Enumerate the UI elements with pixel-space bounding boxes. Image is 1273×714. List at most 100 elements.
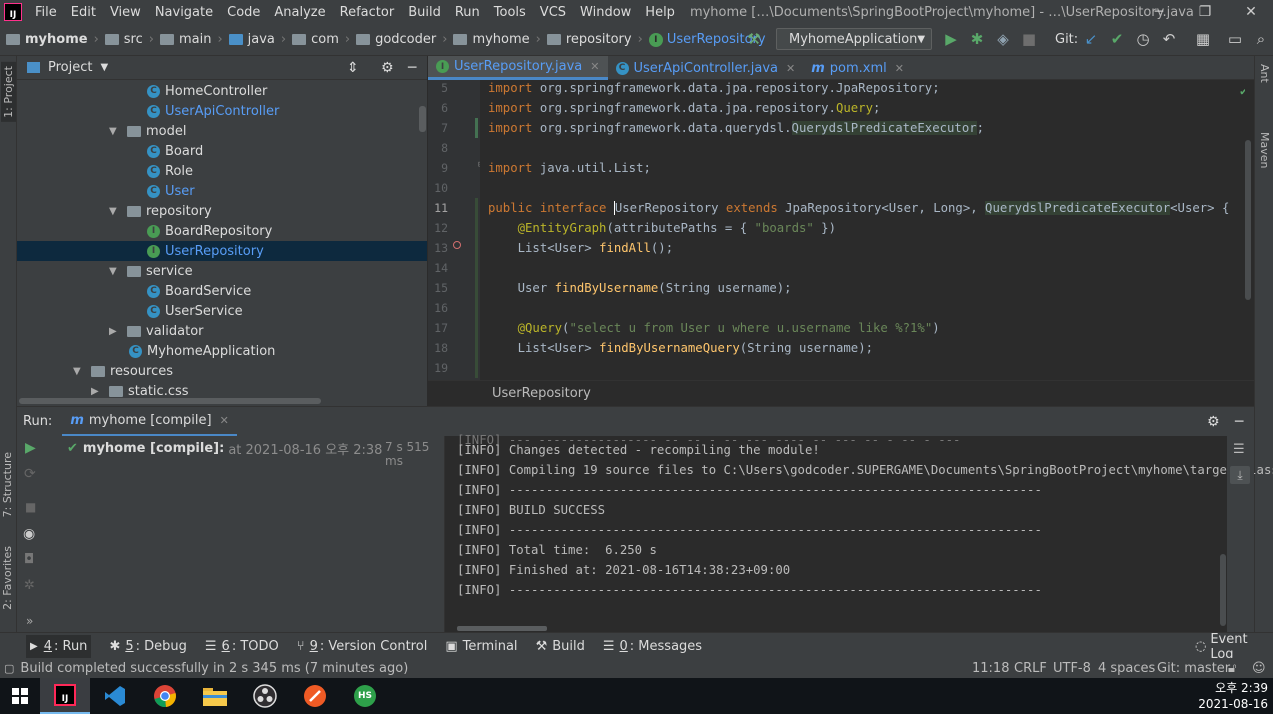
console-vertical-scrollbar[interactable] (1220, 554, 1226, 626)
project-tool-button[interactable]: 1: Project (1, 62, 16, 122)
settings-icon[interactable]: ✲ (24, 578, 35, 593)
menu-run[interactable]: Run (448, 5, 487, 20)
collapse-all-icon[interactable]: ⇕ (347, 60, 359, 76)
menu-refactor[interactable]: Refactor (333, 5, 402, 20)
breadcrumb-java[interactable]: java › (228, 32, 286, 47)
tool-tab-terminal[interactable]: ▣ Terminal (445, 639, 517, 654)
menu-view[interactable]: View (103, 5, 148, 20)
file-explorer-taskbar-icon[interactable] (190, 678, 240, 714)
soft-wrap-icon[interactable]: ☰ (1233, 442, 1245, 457)
vcs-change-marker[interactable] (475, 198, 478, 378)
collapse-arrow-icon[interactable]: ▶ (91, 386, 103, 397)
search-icon[interactable]: ⌕ (1250, 28, 1272, 50)
run-tree-item[interactable]: ✔ myhome [compile]: at 2021-08-16 오후 2:3… (67, 438, 382, 458)
breadcrumb-myhome[interactable]: myhome › (6, 32, 99, 47)
camera-icon[interactable]: ◘ (24, 552, 34, 567)
expand-arrow-icon[interactable]: ▼ (109, 266, 121, 277)
presentation-icon[interactable]: ▭ (1224, 28, 1246, 50)
chevron-down-icon[interactable]: ▼ (100, 62, 108, 73)
stop-icon[interactable]: ■ (1018, 28, 1040, 50)
stop-icon[interactable]: ■ (25, 500, 36, 514)
vscode-taskbar-icon[interactable] (90, 678, 140, 714)
chrome-taskbar-icon[interactable] (140, 678, 190, 714)
structure-tool-button[interactable]: 7: Structure (1, 452, 14, 517)
taskbar-clock[interactable]: 오후 2:39 2021-08-16 (1180, 680, 1268, 712)
breadcrumb-repository[interactable]: repository › (546, 32, 643, 47)
build-hammer-icon[interactable]: ⚒ (743, 28, 765, 50)
tree-item[interactable]: C UserApiController (147, 101, 279, 121)
tree-folder[interactable]: ▶ validator (109, 321, 204, 341)
line-separator[interactable]: CRLF (1014, 661, 1047, 676)
git-branch[interactable]: Git: master (1157, 661, 1230, 676)
tree-folder[interactable]: ▼ service (109, 261, 193, 281)
menu-tools[interactable]: Tools (487, 5, 533, 20)
tool-tab-todo[interactable]: ☰ 6: TODO (205, 639, 279, 654)
tree-item[interactable]: C HomeController (147, 81, 267, 101)
editor-breadcrumb[interactable]: UserRepository (428, 380, 1254, 406)
tool-tab-debug[interactable]: ✱ 5: Debug (109, 639, 186, 654)
git-commit-icon[interactable]: ✔ (1106, 28, 1128, 50)
menu-build[interactable]: Build (401, 5, 448, 20)
scroll-to-end-icon[interactable]: ⤓ (1230, 466, 1250, 484)
obs-taskbar-icon[interactable] (240, 678, 290, 714)
status-toggle-icon[interactable]: ▢ (4, 662, 14, 675)
run-configuration-select[interactable]: MyhomeApplication ▼ (776, 28, 932, 50)
event-log-button[interactable]: ◌ Event Log (1195, 632, 1273, 662)
close-tab-icon[interactable]: ✕ (590, 60, 599, 73)
expand-arrow-icon[interactable]: ▼ (109, 126, 121, 137)
menu-edit[interactable]: Edit (64, 5, 103, 20)
minimize-icon[interactable]: ─ (1136, 0, 1182, 24)
tab-userrepository[interactable]: I UserRepository.java ✕ (428, 56, 608, 80)
gear-icon[interactable]: ⚙ (1207, 414, 1220, 430)
console-output[interactable]: [INFO] --- ---------------- -- -- - -- -… (444, 433, 1273, 632)
more-icon[interactable]: » (26, 614, 33, 628)
menu-code[interactable]: Code (220, 5, 267, 20)
tree-folder[interactable]: ▼ repository (109, 201, 212, 221)
override-marker-icon[interactable] (453, 241, 461, 249)
windows-start-icon[interactable] (0, 678, 40, 714)
menu-analyze[interactable]: Analyze (267, 5, 332, 20)
breadcrumb-myhome-pkg[interactable]: myhome › (453, 32, 541, 47)
project-view-select[interactable]: Project (48, 60, 92, 75)
collapse-arrow-icon[interactable]: ▶ (109, 326, 121, 337)
tree-item[interactable]: C BoardService (147, 281, 251, 301)
menu-file[interactable]: File (28, 5, 64, 20)
tab-pom[interactable]: m pom.xml ✕ (803, 56, 912, 80)
inspector-icon[interactable]: ☺ (1252, 661, 1266, 676)
menu-vcs[interactable]: VCS (533, 5, 573, 20)
horizontal-scrollbar[interactable] (19, 398, 321, 404)
tree-item-selected[interactable]: I UserRepository (17, 241, 427, 261)
tool-tab-messages[interactable]: ☰ 0: Messages (603, 639, 702, 654)
code-editor[interactable]: import org.springframework.data.jpa.repo… (480, 80, 1245, 380)
debug-icon[interactable]: ✱ (966, 28, 988, 50)
gear-icon[interactable]: ⚙ (381, 60, 394, 76)
close-tab-icon[interactable]: ✕ (220, 414, 229, 427)
ant-tool-button[interactable]: Ant (1258, 64, 1271, 83)
indent-setting[interactable]: 4 spaces (1098, 661, 1155, 676)
hs-taskbar-icon[interactable]: HS (340, 678, 390, 714)
tree-item[interactable]: C Role (147, 161, 193, 181)
git-update-icon[interactable]: ↙ (1080, 28, 1102, 50)
rollback-icon[interactable]: ↶ (1158, 28, 1180, 50)
close-tab-icon[interactable]: ✕ (786, 62, 795, 75)
breadcrumb-src[interactable]: src › (104, 32, 154, 47)
rerun-icon[interactable]: ▶ (25, 440, 36, 456)
tab-userapicontroller[interactable]: C UserApiController.java ✕ (608, 56, 804, 80)
favorites-tool-button[interactable]: 2: Favorites (1, 546, 14, 610)
tree-folder[interactable]: ▼ model (109, 121, 186, 141)
menu-window[interactable]: Window (573, 5, 638, 20)
file-encoding[interactable]: UTF-8 (1053, 661, 1091, 676)
caret-position[interactable]: 11:18 (972, 661, 1009, 676)
tree-item[interactable]: C Board (147, 141, 203, 161)
tool-tab-version-control[interactable]: ⑂ 9: Version Control (297, 639, 428, 654)
hide-panel-icon[interactable]: ─ (408, 60, 416, 76)
eye-icon[interactable]: ◉ (23, 526, 35, 542)
maven-tool-button[interactable]: Maven (1258, 132, 1271, 168)
editor-scrollbar[interactable] (1245, 140, 1251, 300)
history-icon[interactable]: ◷ (1132, 28, 1154, 50)
close-tab-icon[interactable]: ✕ (895, 62, 904, 75)
vertical-scrollbar[interactable] (419, 106, 426, 132)
tool-tab-run[interactable]: ▶ 4: Run (26, 635, 92, 658)
inspection-ok-icon[interactable]: ✔ (1240, 84, 1245, 98)
tree-item[interactable]: I BoardRepository (147, 221, 272, 241)
